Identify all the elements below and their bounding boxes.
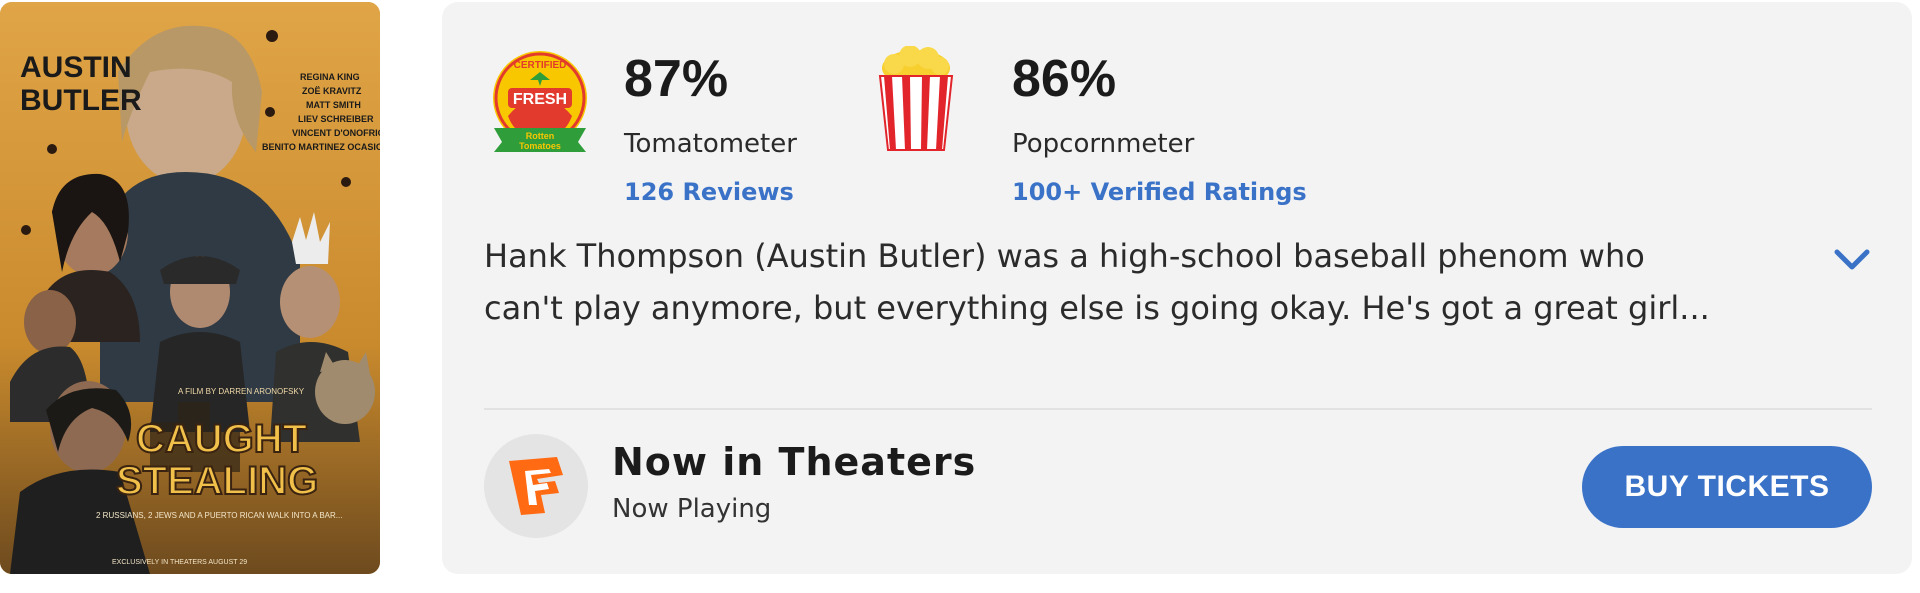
theater-status-subtitle: Now Playing xyxy=(612,494,772,524)
poster-artwork: AUSTIN BUTLER REGINA KING ZOË KRAVITZ MA… xyxy=(0,2,380,574)
poster-actor-first: AUSTIN xyxy=(20,51,132,84)
svg-text:Rotten: Rotten xyxy=(526,131,555,141)
poster-title-2: STEALING xyxy=(116,459,318,503)
audience-ratings-link[interactable]: 100+ Verified Ratings xyxy=(1012,178,1307,206)
buy-tickets-button[interactable]: BUY TICKETS xyxy=(1582,446,1872,528)
poster-cast-1: REGINA KING xyxy=(300,72,360,82)
section-divider xyxy=(484,408,1872,410)
svg-text:FRESH: FRESH xyxy=(513,91,567,108)
critic-reviews-link[interactable]: 126 Reviews xyxy=(624,178,794,206)
tomatometer-score: 87% xyxy=(624,50,729,108)
poster-cast-5: VINCENT D'ONOFRIO xyxy=(292,128,380,138)
poster-cast-2: ZOË KRAVITZ xyxy=(302,86,362,96)
score-card: CERTIFIED FRESH Rotten Tomatoes 87% Toma… xyxy=(442,2,1912,574)
popcorn-bucket-icon[interactable] xyxy=(876,46,956,152)
popcornmeter-label: Popcornmeter xyxy=(1012,129,1195,159)
poster-tagline: 2 RUSSIANS, 2 JEWS AND A PUERTO RICAN WA… xyxy=(96,511,342,520)
poster-cast-4: LIEV SCHREIBER xyxy=(298,114,374,124)
movie-overview: AUSTIN BUTLER REGINA KING ZOË KRAVITZ MA… xyxy=(0,0,1920,593)
svg-text:CERTIFIED: CERTIFIED xyxy=(514,60,567,71)
poster-release: EXCLUSIVELY IN THEATERS AUGUST 29 xyxy=(112,559,247,566)
synopsis-line-2: can't play anymore, but everything else … xyxy=(484,289,1710,327)
movie-poster[interactable]: AUSTIN BUTLER REGINA KING ZOË KRAVITZ MA… xyxy=(0,2,380,574)
poster-title-1: CAUGHT xyxy=(136,417,307,461)
poster-cast-3: MATT SMITH xyxy=(306,100,361,110)
expand-synopsis-button[interactable] xyxy=(1828,240,1876,280)
popcornmeter-score: 86% xyxy=(1012,50,1117,108)
poster-credit: A FILM BY DARREN ARONOFSKY xyxy=(178,387,305,396)
svg-text:Tomatoes: Tomatoes xyxy=(519,141,561,151)
chevron-down-icon xyxy=(1834,249,1870,270)
fandango-logo xyxy=(484,434,588,538)
poster-actor-last: BUTLER xyxy=(20,84,142,117)
synopsis-line-1: Hank Thompson (Austin Butler) was a high… xyxy=(484,237,1645,275)
fandango-logo-icon xyxy=(509,457,563,515)
certified-fresh-icon[interactable]: CERTIFIED FRESH Rotten Tomatoes xyxy=(488,46,592,156)
poster-cast-6: BENITO MARTINEZ OCASIO xyxy=(262,142,380,152)
theater-status-title: Now in Theaters xyxy=(612,440,977,484)
synopsis[interactable]: Hank Thompson (Austin Butler) was a high… xyxy=(484,230,1784,334)
tomatometer-label: Tomatometer xyxy=(624,129,797,159)
